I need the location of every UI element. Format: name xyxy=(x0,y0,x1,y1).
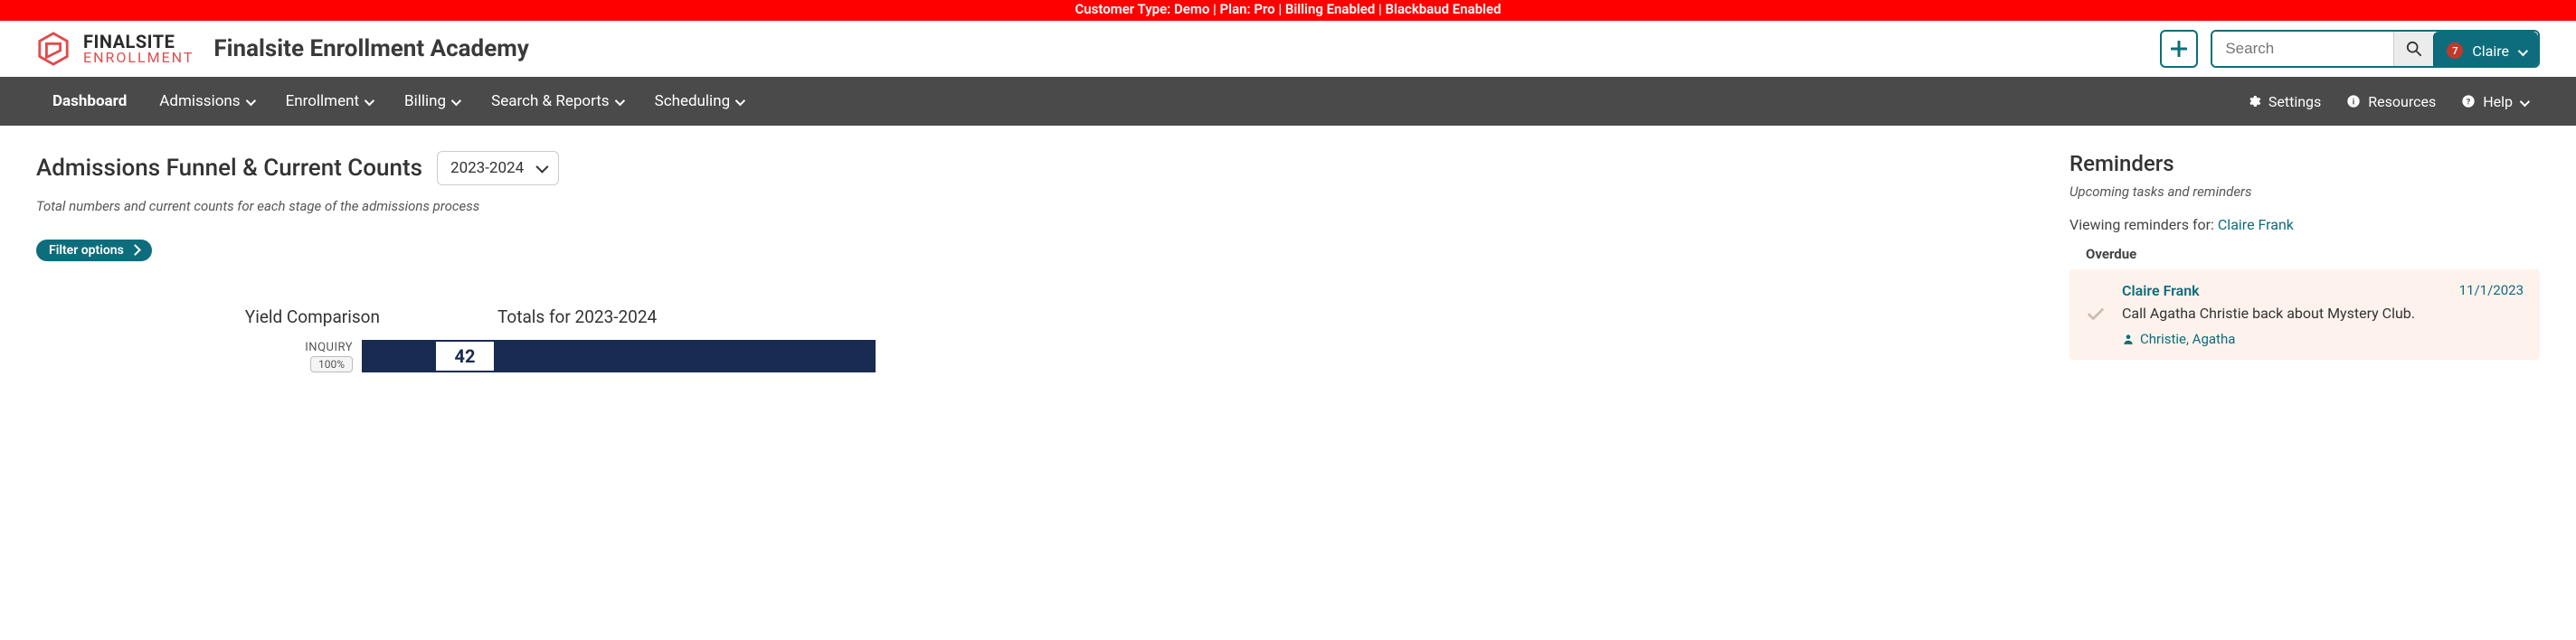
svg-text:?: ? xyxy=(2467,97,2471,107)
funnel-header: Admissions Funnel & Current Counts 2023-… xyxy=(36,151,2024,185)
user-menu[interactable]: 7 Claire xyxy=(2433,32,2538,68)
add-button[interactable] xyxy=(2160,30,2198,68)
nav-scheduling[interactable]: Scheduling xyxy=(639,77,760,126)
nav-resources[interactable]: i Resources xyxy=(2334,93,2448,110)
reminder-owner[interactable]: Claire Frank xyxy=(2122,282,2200,299)
chevron-down-icon xyxy=(615,92,622,110)
site-title: Finalsite Enrollment Academy xyxy=(213,35,528,62)
nav-label: Resources xyxy=(2368,93,2436,110)
funnel-title: Admissions Funnel & Current Counts xyxy=(36,155,422,182)
totals-bar xyxy=(496,340,876,372)
year-value: 2023-2024 xyxy=(450,159,524,177)
content: Admissions Funnel & Current Counts 2023-… xyxy=(0,126,2576,398)
search-input[interactable] xyxy=(2212,32,2393,66)
nav-settings[interactable]: Settings xyxy=(2234,93,2334,110)
yield-bar xyxy=(362,340,434,372)
nav-label: Settings xyxy=(2268,93,2321,110)
nav-label: Billing xyxy=(404,92,446,110)
finalsite-logo-icon xyxy=(36,32,71,66)
reminder-item[interactable]: Claire Frank 11/1/2023 Call Agatha Chris… xyxy=(2069,269,2540,360)
complete-check[interactable] xyxy=(2086,282,2106,347)
nav-label: Enrollment xyxy=(286,92,359,110)
funnel-row-inquiry: INQUIRY 100% 42 xyxy=(36,340,2024,372)
reminders-subtitle: Upcoming tasks and reminders xyxy=(2069,184,2540,200)
user-name: Claire xyxy=(2472,42,2509,60)
help-icon: ? xyxy=(2461,94,2476,108)
search-group: 7 Claire xyxy=(2211,30,2540,68)
header: FINALSITE ENROLLMENT Finalsite Enrollmen… xyxy=(0,21,2576,77)
funnel-subtitle: Total numbers and current counts for eac… xyxy=(36,198,2024,214)
reminders-viewing-for: Viewing reminders for: Claire Frank xyxy=(2069,216,2540,233)
primary-nav: Dashboard Admissions Enrollment Billing … xyxy=(0,77,2576,126)
brand-line2: ENROLLMENT xyxy=(83,51,194,65)
search-button[interactable] xyxy=(2393,32,2433,66)
stage-percent: 100% xyxy=(310,356,353,372)
nav-label: Dashboard xyxy=(52,92,127,110)
brand-text: FINALSITE ENROLLMENT xyxy=(83,33,194,65)
environment-banner: Customer Type: Demo | Plan: Pro | Billin… xyxy=(0,0,2576,21)
reminder-person-link[interactable]: Christie, Agatha xyxy=(2122,331,2524,347)
nav-label: Search & Reports xyxy=(491,92,609,110)
main-column: Admissions Funnel & Current Counts 2023-… xyxy=(36,151,2024,372)
filter-label: Filter options xyxy=(49,243,124,258)
yield-header: Yield Comparison xyxy=(36,306,407,327)
info-icon: i xyxy=(2346,94,2361,108)
viewing-user-link[interactable]: Claire Frank xyxy=(2218,216,2294,233)
total-badge: 42 xyxy=(434,340,496,372)
nav-label: Help xyxy=(2483,93,2513,110)
nav-search-reports[interactable]: Search & Reports xyxy=(475,77,638,126)
funnel-chart: Yield Comparison Totals for 2023-2024 IN… xyxy=(36,306,2024,372)
brand-logo[interactable]: FINALSITE ENROLLMENT xyxy=(36,32,194,66)
nav-billing[interactable]: Billing xyxy=(388,77,475,126)
nav-label: Admissions xyxy=(159,92,240,110)
nav-dashboard[interactable]: Dashboard xyxy=(36,77,143,126)
year-selector[interactable]: 2023-2024 xyxy=(437,151,559,185)
person-icon xyxy=(2122,333,2135,345)
overdue-heading: Overdue xyxy=(2069,246,2540,262)
reminders-title: Reminders xyxy=(2069,151,2540,176)
filter-options-button[interactable]: Filter options xyxy=(36,240,152,261)
nav-label: Scheduling xyxy=(655,92,731,110)
reminder-text: Call Agatha Christie back about Mystery … xyxy=(2122,305,2524,322)
chevron-down-icon xyxy=(2518,42,2525,60)
brand-line1: FINALSITE xyxy=(83,33,194,51)
nav-enrollment[interactable]: Enrollment xyxy=(270,77,388,126)
chevron-down-icon xyxy=(2520,93,2527,110)
chevron-down-icon xyxy=(451,92,459,110)
viewing-prefix: Viewing reminders for: xyxy=(2069,216,2218,233)
reminders-panel: Reminders Upcoming tasks and reminders V… xyxy=(2069,151,2540,372)
stage-label: INQUIRY xyxy=(36,341,353,354)
chevron-down-icon xyxy=(536,159,545,177)
chevron-down-icon xyxy=(365,92,372,110)
nav-help[interactable]: ? Help xyxy=(2448,93,2540,110)
plus-icon xyxy=(2171,41,2187,57)
reminder-date: 11/1/2023 xyxy=(2459,282,2524,299)
check-icon xyxy=(2086,305,2106,325)
nav-admissions[interactable]: Admissions xyxy=(143,77,269,126)
chevron-down-icon xyxy=(735,92,743,110)
svg-text:i: i xyxy=(2353,97,2354,107)
reminder-person-name: Christie, Agatha xyxy=(2140,331,2235,347)
search-icon xyxy=(2406,41,2422,57)
gear-icon xyxy=(2247,94,2261,108)
notification-badge: 7 xyxy=(2447,42,2463,59)
chevron-right-icon xyxy=(131,243,139,258)
totals-header: Totals for 2023-2024 xyxy=(407,306,2024,327)
chevron-down-icon xyxy=(246,92,253,110)
